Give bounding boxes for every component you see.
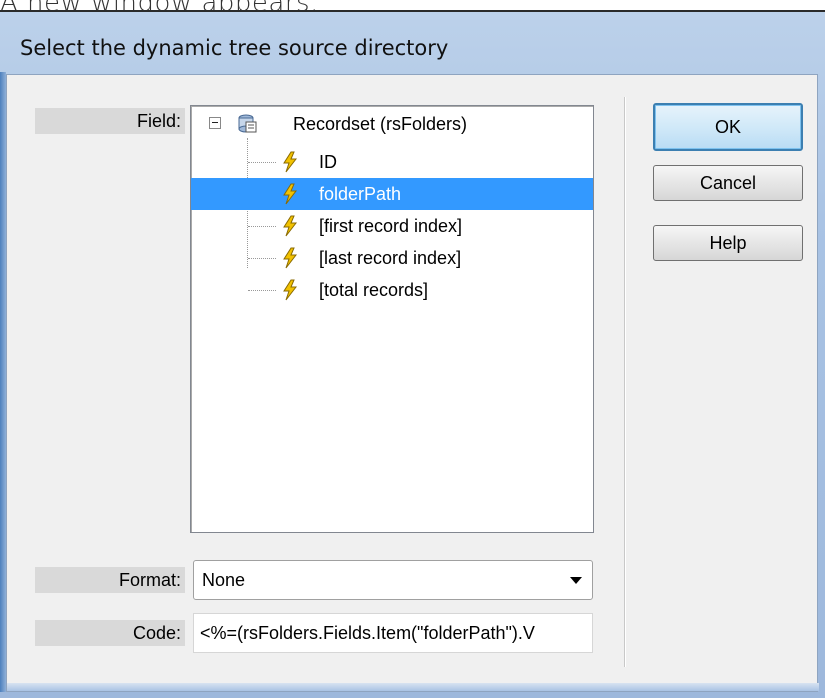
cancel-button[interactable]: Cancel [653,165,803,201]
tree-item-label: [total records] [319,280,429,300]
format-select[interactable]: None [193,560,593,600]
format-label: Format: [35,567,185,593]
tree-item-last-record-index[interactable]: [last record index] [191,242,593,274]
recordset-icon [238,114,257,133]
code-input-value: <%=(rsFolders.Fields.Item("folderPath").… [200,623,535,643]
lightning-icon [283,247,298,269]
tree-item-recordset[interactable]: Recordset (rsFolders) [191,108,593,140]
ok-button[interactable]: OK [653,103,803,151]
field-tree-view[interactable]: Recordset (rsFolders) ID folderPath [fir… [190,105,594,533]
lightning-icon [283,215,298,237]
tree-item-id[interactable]: ID [191,146,593,178]
lightning-icon [283,279,298,301]
dialog-window: Select the dynamic tree source directory… [0,10,825,698]
code-input[interactable]: <%=(rsFolders.Fields.Item("folderPath").… [193,613,593,653]
dialog-title: Select the dynamic tree source directory [20,36,449,60]
tree-item-label: [last record index] [319,248,462,268]
tree-item-label: folderPath [319,184,402,204]
window-bottom-edge [7,683,819,691]
vertical-separator [624,97,626,667]
tree-item-label: ID [319,152,337,172]
format-select-value: None [202,570,246,590]
tree-item-folderpath[interactable]: folderPath [191,178,593,210]
lightning-icon [283,151,298,173]
dropdown-arrow-icon[interactable] [570,577,582,584]
tree-item-first-record-index[interactable]: [first record index] [191,210,593,242]
lightning-icon [283,183,298,205]
field-label: Field: [35,108,185,134]
help-button[interactable]: Help [653,225,803,261]
tree-item-label: Recordset (rsFolders) [293,114,468,134]
dialog-client-area: Field: Recordset (rsFolders) ID folderPa… [6,74,819,692]
code-label: Code: [35,620,185,646]
tree-item-total-records[interactable]: [total records] [191,274,593,306]
tree-item-label: [first record index] [319,216,463,236]
collapse-icon[interactable] [209,117,221,129]
